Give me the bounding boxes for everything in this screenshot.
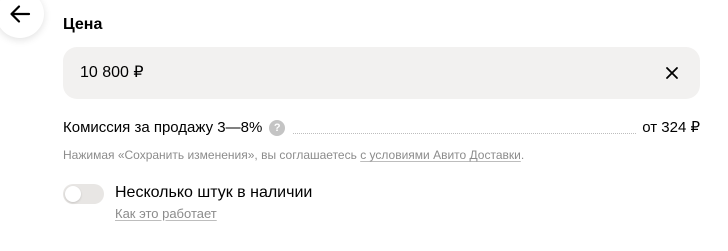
commission-row: Комиссия за продажу 3—8% ? от 324 ₽ <box>63 118 700 138</box>
price-value[interactable]: 10 800 ₽ <box>80 63 662 83</box>
toggle-knob <box>65 186 81 202</box>
commission-amount: от 324 ₽ <box>642 119 700 136</box>
dotted-leader <box>293 132 637 134</box>
disclaimer-prefix: Нажимая «Сохранить изменения», вы соглаш… <box>63 148 361 162</box>
close-icon <box>666 67 678 79</box>
price-input[interactable]: 10 800 ₽ <box>63 47 700 99</box>
help-icon[interactable]: ? <box>269 120 286 136</box>
arrow-left-icon <box>10 5 31 23</box>
multiple-items-label: Несколько штук в наличии <box>115 184 313 201</box>
multiple-items-toggle[interactable] <box>63 184 104 204</box>
delivery-terms-link[interactable]: с условиями Авито Доставки <box>360 148 521 162</box>
back-button[interactable] <box>0 0 44 38</box>
clear-price-button[interactable] <box>662 63 682 83</box>
price-section-title: Цена <box>63 16 103 33</box>
how-it-works-link[interactable]: Как это работает <box>115 206 217 222</box>
disclaimer-suffix: . <box>520 148 525 162</box>
terms-disclaimer: Нажимая «Сохранить изменения», вы соглаш… <box>63 147 524 163</box>
commission-label: Комиссия за продажу 3—8% <box>63 119 263 136</box>
